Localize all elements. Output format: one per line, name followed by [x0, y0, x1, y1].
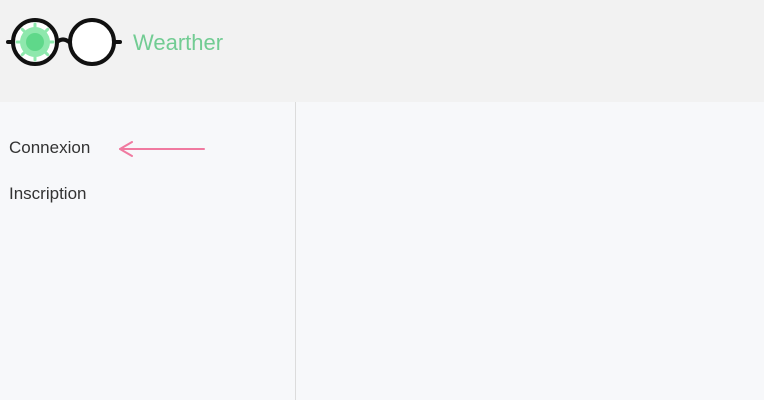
sidebar-item-inscription[interactable]: Inscription: [9, 184, 86, 204]
sidebar: Connexion Inscription: [0, 102, 296, 400]
glasses-sun-icon[interactable]: [6, 18, 122, 68]
main-content: [296, 102, 764, 400]
sidebar-item-connexion[interactable]: Connexion: [9, 138, 90, 158]
brand-name[interactable]: Wearther: [133, 30, 223, 56]
arrow-left-icon: [119, 141, 205, 157]
app-header: Wearther: [0, 0, 764, 102]
